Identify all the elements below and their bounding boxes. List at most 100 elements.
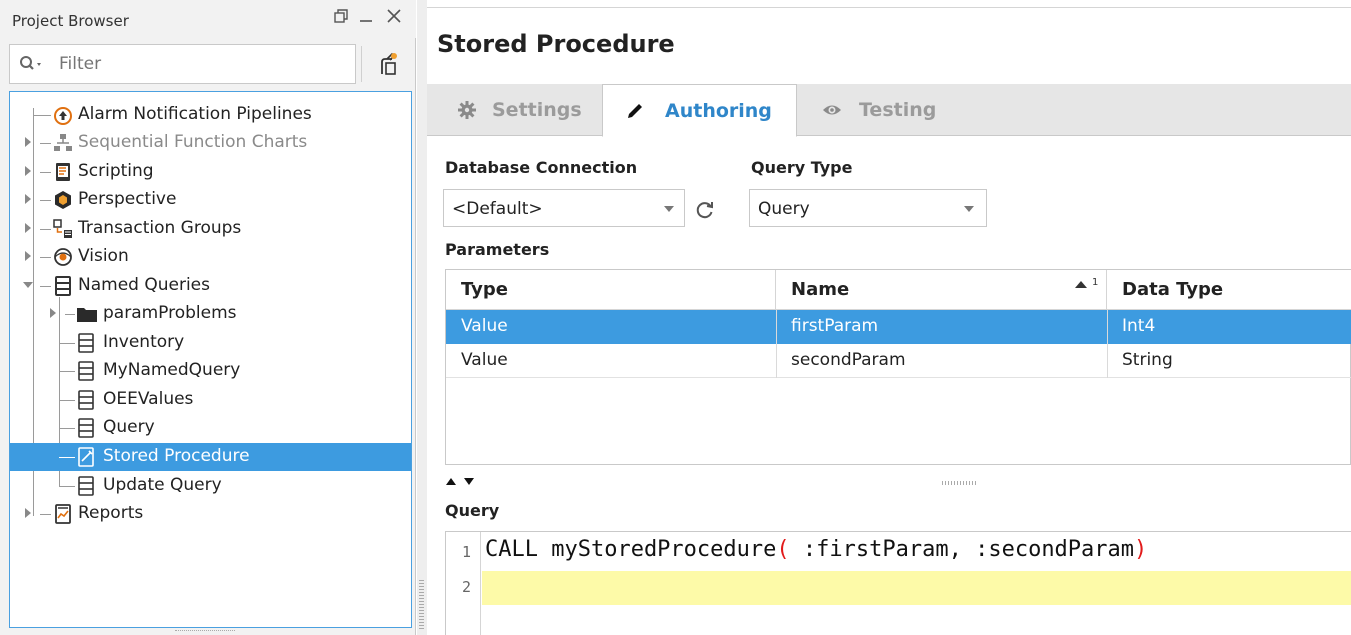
- vision-icon: [54, 248, 72, 266]
- alarm-pipeline-icon: [54, 107, 72, 125]
- tree-item-label: Scripting: [78, 161, 154, 181]
- tab-label: Testing: [859, 99, 937, 121]
- chevron-down-icon[interactable]: [654, 190, 684, 226]
- close-icon[interactable]: [386, 8, 402, 29]
- query-icon: [78, 476, 94, 496]
- tree-item-label: Query: [103, 417, 155, 437]
- tree-item-label: Reports: [78, 503, 144, 523]
- collapse-arrow-icon[interactable]: [22, 279, 34, 291]
- tree-item-transaction-groups[interactable]: Transaction Groups: [10, 215, 411, 243]
- table-cell-data-type[interactable]: String: [1122, 350, 1173, 370]
- table-row[interactable]: Value firstParam Int4: [446, 310, 1351, 344]
- query-label: Query: [445, 501, 500, 520]
- project-tree[interactable]: Alarm Notification Pipelines Sequential …: [9, 91, 412, 628]
- column-header-label: Type: [461, 279, 508, 300]
- expand-arrow-icon[interactable]: [22, 507, 34, 519]
- tree-item-update-query[interactable]: Update Query: [10, 472, 411, 500]
- expand-arrow-icon[interactable]: [22, 250, 34, 262]
- chevron-down-icon[interactable]: [954, 190, 984, 226]
- expand-arrow-icon[interactable]: [47, 307, 59, 319]
- table-row[interactable]: Value secondParam String: [446, 344, 1351, 378]
- perspective-icon: [55, 191, 71, 209]
- expand-arrow-icon[interactable]: [22, 222, 34, 234]
- table-cell-name[interactable]: firstParam: [791, 316, 878, 336]
- panel-splitter[interactable]: [417, 0, 427, 635]
- query-type-select[interactable]: Query: [749, 189, 987, 227]
- column-header-type[interactable]: Type: [446, 270, 776, 310]
- splitter-grip[interactable]: [419, 580, 424, 630]
- expand-arrow-icon[interactable]: [22, 165, 34, 177]
- tree-item-sequential-function-charts[interactable]: Sequential Function Charts: [10, 129, 411, 157]
- current-line-highlight: [482, 571, 1351, 605]
- tree-item-vision[interactable]: Vision: [10, 243, 411, 271]
- refresh-icon[interactable]: [694, 199, 716, 221]
- filter-field[interactable]: [9, 44, 356, 84]
- code-token: CALL myStoredProcedure: [485, 537, 777, 562]
- named-query-editor: Stored Procedure Settings Authoring Test…: [427, 0, 1351, 635]
- tree-item-label: Named Queries: [78, 275, 210, 295]
- parameters-table[interactable]: Type Name 1 Data Type Value firstParam I…: [445, 269, 1351, 465]
- tree-item-label: Update Query: [103, 475, 222, 495]
- expand-arrow-icon[interactable]: [22, 193, 34, 205]
- transaction-groups-icon: [53, 219, 72, 238]
- tab-bar: Settings Authoring Testing: [427, 84, 1351, 137]
- sort-order-number: 1: [1092, 277, 1099, 288]
- query-icon: [78, 418, 94, 438]
- query-type-value: Query: [758, 199, 810, 219]
- code-line-1[interactable]: CALL myStoredProcedure( :firstParam, :se…: [485, 537, 1147, 562]
- database-connection-select[interactable]: <Default>: [443, 189, 685, 227]
- table-cell-name[interactable]: secondParam: [791, 350, 906, 370]
- project-browser-panel: Project Browser Filter Alarm Notificatio…: [0, 0, 416, 635]
- split-resize-grip[interactable]: [942, 481, 978, 485]
- tab-testing[interactable]: Testing: [797, 84, 972, 136]
- named-query-icon: [55, 276, 71, 296]
- tree-item-label: Perspective: [78, 189, 177, 209]
- tree-item-mynamedquery[interactable]: MyNamedQuery: [10, 357, 411, 385]
- tree-item-stored-procedure[interactable]: Stored Procedure: [10, 443, 411, 471]
- tree-item-perspective[interactable]: Perspective: [10, 186, 411, 214]
- tab-settings[interactable]: Settings: [427, 84, 602, 136]
- reports-icon: [55, 504, 71, 524]
- script-icon: [56, 163, 70, 181]
- tree-item-scripting[interactable]: Scripting: [10, 158, 411, 186]
- code-close-paren: ): [1134, 537, 1148, 562]
- line-number: 2: [461, 578, 471, 596]
- search-icon[interactable]: [18, 54, 52, 74]
- panel-resize-grip[interactable]: [175, 630, 235, 633]
- tree-item-alarm-notification-pipelines[interactable]: Alarm Notification Pipelines: [10, 101, 411, 129]
- tree-item-inventory[interactable]: Inventory: [10, 329, 411, 357]
- tree-item-query[interactable]: Query: [10, 414, 411, 442]
- column-header-label: Data Type: [1122, 279, 1224, 300]
- minimize-icon[interactable]: [359, 8, 373, 29]
- query-code-editor[interactable]: 1 2 CALL myStoredProcedure( :firstParam,…: [445, 531, 1351, 635]
- tree-item-paramproblems[interactable]: paramProblems: [10, 300, 411, 328]
- float-icon[interactable]: [333, 8, 349, 29]
- table-cell-type[interactable]: Value: [461, 350, 508, 370]
- tree-item-label: Transaction Groups: [78, 218, 242, 238]
- table-cell-type[interactable]: Value: [461, 316, 508, 336]
- query-icon: [78, 333, 94, 353]
- tree-item-oeevalues[interactable]: OEEValues: [10, 386, 411, 414]
- tree-item-reports[interactable]: Reports: [10, 500, 411, 528]
- tab-label: Authoring: [665, 100, 772, 122]
- link-with-editor-icon[interactable]: [372, 50, 402, 80]
- tree-item-named-queries[interactable]: Named Queries: [10, 272, 411, 300]
- tree-item-label: Vision: [78, 246, 129, 266]
- page-title: Stored Procedure: [437, 30, 675, 58]
- column-header-data-type[interactable]: Data Type: [1107, 270, 1351, 310]
- column-header-label: Name: [791, 279, 850, 300]
- query-icon: [78, 361, 94, 381]
- column-header-name[interactable]: Name 1: [776, 270, 1107, 310]
- expand-arrow-icon[interactable]: [22, 136, 34, 148]
- stored-procedure-icon: [78, 447, 94, 467]
- sort-ascending-icon: [1074, 278, 1094, 295]
- line-number-gutter: 1 2: [446, 532, 481, 635]
- table-cell-data-type[interactable]: Int4: [1122, 316, 1155, 336]
- tab-authoring[interactable]: Authoring: [602, 84, 797, 137]
- tree-item-label: Inventory: [103, 332, 185, 352]
- parameters-label: Parameters: [445, 240, 550, 259]
- sfc-icon: [54, 134, 72, 151]
- line-number: 1: [461, 543, 471, 561]
- reorder-arrows[interactable]: [445, 474, 485, 488]
- filter-input[interactable]: [59, 54, 339, 74]
